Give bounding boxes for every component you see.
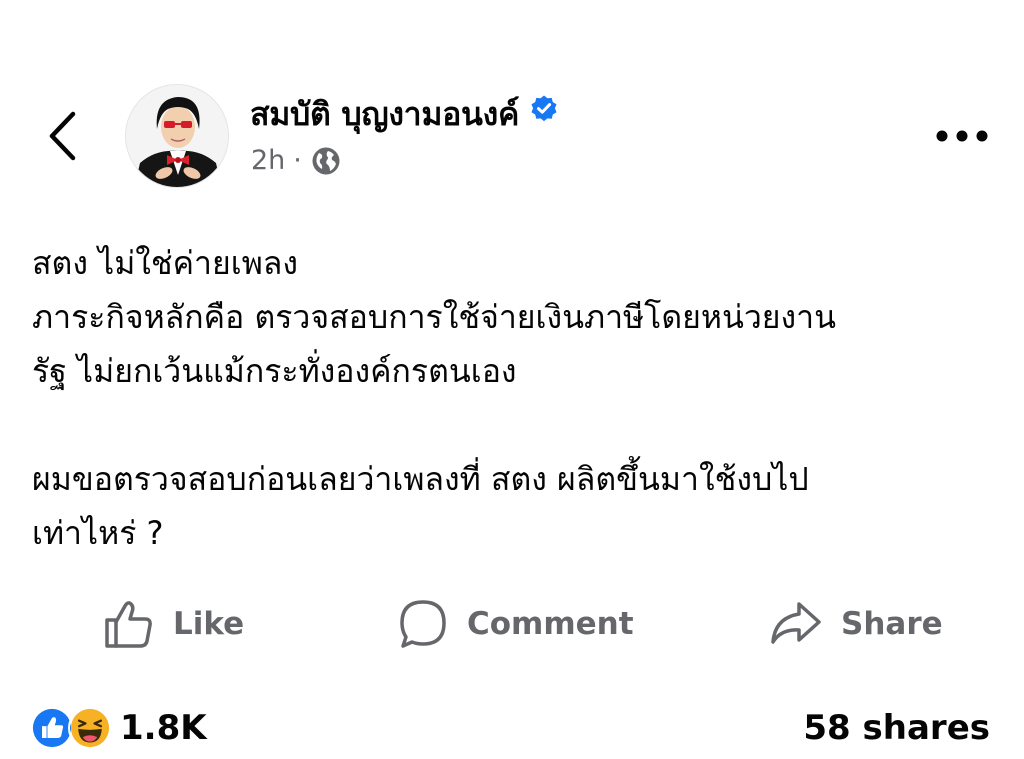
like-button[interactable]: Like	[103, 592, 244, 656]
author-name-text[interactable]: สมบัติ บุญงามอนงค์	[250, 95, 519, 133]
more-dots-icon	[936, 130, 988, 142]
comment-button[interactable]: Comment	[397, 592, 634, 656]
avatar-image	[126, 85, 228, 187]
meta-separator: ·	[293, 145, 302, 176]
post-line: เท่าไหร่ ?	[32, 514, 164, 552]
post-paragraph: สตง ไม่ใช่ค่ายเพลง ภาระกิจหลักคือ ตรวจสอ…	[32, 236, 992, 398]
post-line: รัฐ ไม่ยกเว้นแม้กระทั่งองค์กรตนเอง	[32, 352, 517, 390]
thumbs-up-icon	[105, 601, 152, 648]
post-meta: 2h ·	[251, 141, 342, 181]
post-stats: 1.8K 58 shares	[0, 700, 1024, 756]
back-button[interactable]	[38, 106, 86, 166]
share-button[interactable]: Share	[769, 592, 943, 656]
shares-count[interactable]: 58 shares	[803, 706, 990, 750]
share-label: Share	[841, 606, 943, 642]
share-arrow-icon	[771, 602, 821, 644]
verified-badge-icon	[529, 91, 559, 135]
author-avatar[interactable]	[125, 84, 229, 188]
more-options-button[interactable]	[932, 118, 992, 154]
post-paragraph: ผมขอตรวจสอบก่อนเลยว่าเพลงที่ สตง ผลิตขึ้…	[32, 452, 992, 560]
post-line: ภาระกิจหลักคือ ตรวจสอบการใช้จ่ายเงินภาษี…	[32, 298, 836, 336]
haha-icon	[68, 706, 112, 750]
post-line: สตง ไม่ใช่ค่ายเพลง	[32, 244, 299, 282]
author-name[interactable]: สมบัติ บุญงามอนงค์	[250, 92, 559, 138]
reactions-summary[interactable]: 1.8K	[30, 706, 207, 750]
chevron-left-icon	[49, 111, 76, 161]
like-label: Like	[173, 606, 245, 642]
globe-icon[interactable]	[310, 145, 342, 177]
post-actions: Like Comment Share	[0, 592, 1024, 656]
comment-bubble-icon	[400, 600, 446, 648]
comment-label: Comment	[467, 606, 634, 642]
reaction-count: 1.8K	[120, 708, 207, 748]
post-line: ผมขอตรวจสอบก่อนเลยว่าเพลงที่ สตง ผลิตขึ้…	[32, 460, 809, 498]
post-time[interactable]: 2h	[251, 141, 285, 181]
post-body: สตง ไม่ใช่ค่ายเพลง ภาระกิจหลักคือ ตรวจสอ…	[32, 236, 992, 560]
